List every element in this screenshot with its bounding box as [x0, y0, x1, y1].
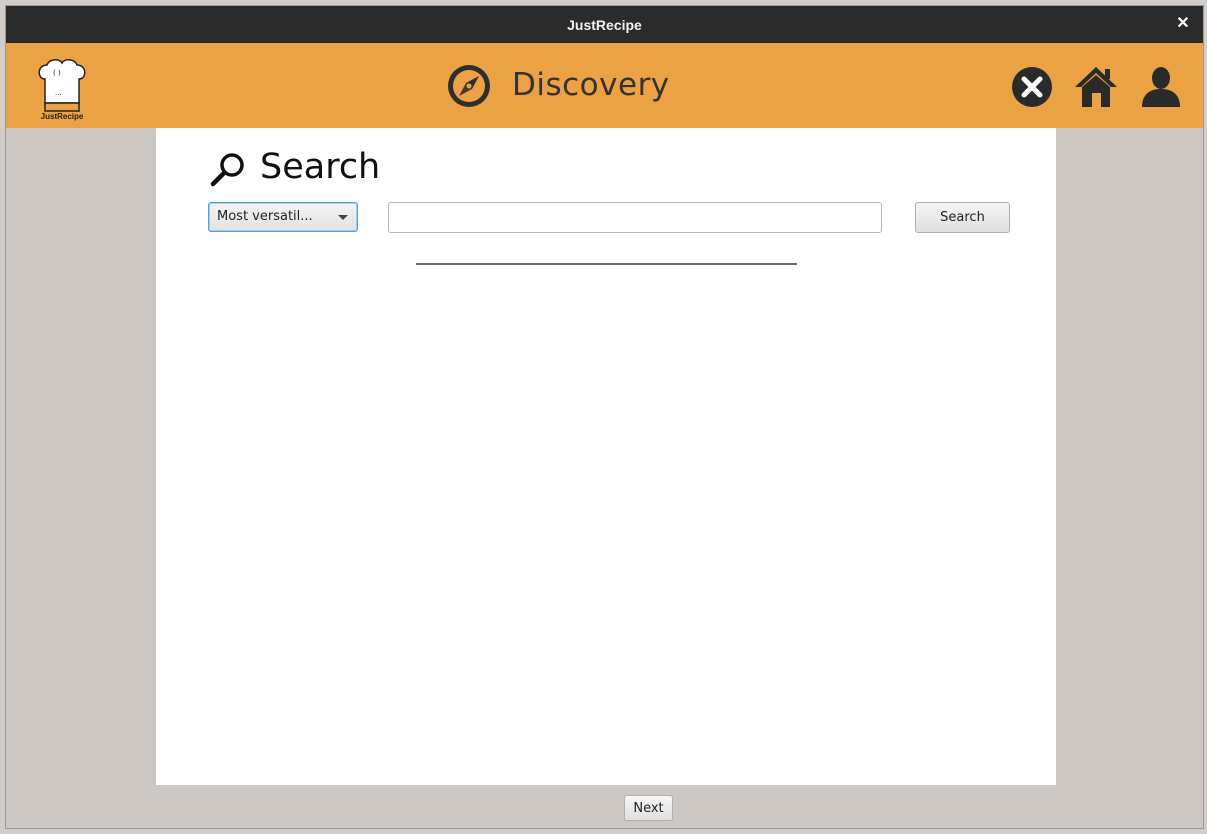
search-heading: Search: [260, 147, 381, 187]
dropdown-selected-value: Most versatil...: [217, 209, 313, 224]
window-close-icon[interactable]: ✕: [1173, 14, 1193, 34]
app-header: ( ) ... JustRecipe Discovery: [6, 43, 1203, 128]
close-circle-icon[interactable]: [1010, 65, 1054, 109]
home-icon[interactable]: [1074, 65, 1118, 109]
user-icon[interactable]: [1139, 65, 1183, 109]
logo-text: JustRecipe: [40, 112, 84, 121]
title-bar: JustRecipe ✕: [6, 6, 1203, 43]
svg-text:...: ...: [55, 89, 62, 97]
page-title: Discovery: [512, 67, 670, 103]
search-button[interactable]: Search: [915, 202, 1010, 233]
compass-icon: [448, 65, 490, 107]
window-title: JustRecipe: [567, 16, 642, 33]
magnifier-icon: [210, 153, 244, 187]
app-window: JustRecipe ✕ ( ) ... JustRecipe Discover…: [5, 5, 1204, 829]
search-input[interactable]: [388, 202, 882, 233]
next-button[interactable]: Next: [624, 795, 673, 821]
main-content: Search Most versatil... Search: [156, 128, 1056, 785]
chevron-down-icon: [338, 215, 348, 220]
divider: [416, 263, 797, 265]
search-filter-dropdown[interactable]: Most versatil...: [208, 202, 358, 232]
svg-text:( ): ( ): [53, 69, 61, 77]
